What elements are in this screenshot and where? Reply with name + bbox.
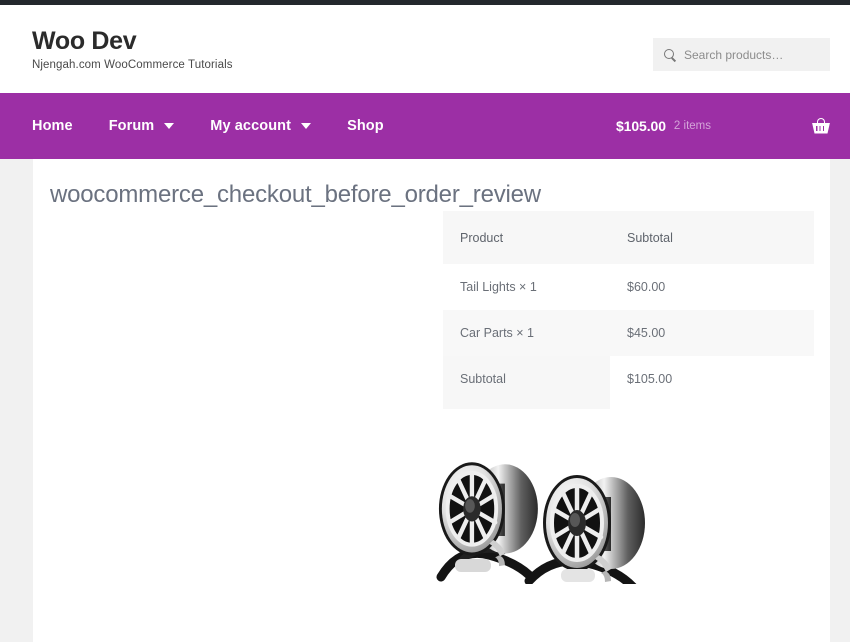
product-image: Pair of chrome car speakers xyxy=(433,409,693,584)
column-header-subtotal: Subtotal xyxy=(627,230,673,245)
subtotal-label: Subtotal xyxy=(443,356,610,402)
site-tagline: Njengah.com WooCommerce Tutorials xyxy=(32,59,233,72)
nav-item-home[interactable]: Home xyxy=(32,118,95,134)
line-item-subtotal: $45.00 xyxy=(627,326,666,340)
product-photo-graphic xyxy=(433,409,693,584)
column-header-product: Product xyxy=(460,230,504,245)
line-item-name: Car Parts × 1 xyxy=(460,326,534,340)
nav-item-label: Forum xyxy=(108,118,155,134)
nav-item-forum[interactable]: Forum xyxy=(109,118,197,134)
table-header-row: Product Subtotal xyxy=(443,211,814,264)
cart-summary[interactable]: $105.00 2 items xyxy=(616,93,830,159)
primary-navigation: Home Forum My account Shop $105.00 2 ite… xyxy=(0,93,850,159)
table-row-subtotal: Subtotal $105.00 xyxy=(443,356,814,402)
page-canvas: woocommerce_checkout_before_order_review… xyxy=(0,159,850,642)
nav-item-label: My account xyxy=(210,118,292,134)
line-item-name: Tail Lights × 1 xyxy=(460,280,537,294)
product-search-form[interactable] xyxy=(653,38,830,71)
search-input[interactable] xyxy=(684,47,820,62)
order-review-head: Product Subtotal xyxy=(443,211,814,264)
chevron-down-icon[interactable] xyxy=(301,123,312,129)
nav-menu: Home Forum My account Shop xyxy=(32,118,384,134)
chevron-down-icon[interactable] xyxy=(164,123,175,129)
line-item-subtotal: $60.00 xyxy=(627,280,666,294)
cart-total-amount: $105.00 xyxy=(616,118,666,134)
site-branding[interactable]: Woo Dev Njengah.com WooCommerce Tutorial… xyxy=(32,27,233,72)
cart-item-count: 2 items xyxy=(673,120,711,132)
shopping-basket-icon[interactable] xyxy=(812,117,830,135)
nav-item-label: Home xyxy=(32,118,73,134)
nav-item-shop[interactable]: Shop xyxy=(347,118,384,134)
table-row: Car Parts × 1 $45.00 xyxy=(443,310,814,356)
site-title: Woo Dev xyxy=(32,26,137,55)
nav-item-label: Shop xyxy=(347,118,384,134)
site-header: Woo Dev Njengah.com WooCommerce Tutorial… xyxy=(0,5,850,93)
content-area: woocommerce_checkout_before_order_review… xyxy=(33,159,830,642)
nav-item-my-account[interactable]: My account xyxy=(210,118,333,134)
search-icon xyxy=(663,48,677,62)
table-row: Tail Lights × 1 $60.00 xyxy=(443,264,814,310)
page-title: woocommerce_checkout_before_order_review xyxy=(50,181,541,208)
subtotal-value: $105.00 xyxy=(610,356,814,402)
